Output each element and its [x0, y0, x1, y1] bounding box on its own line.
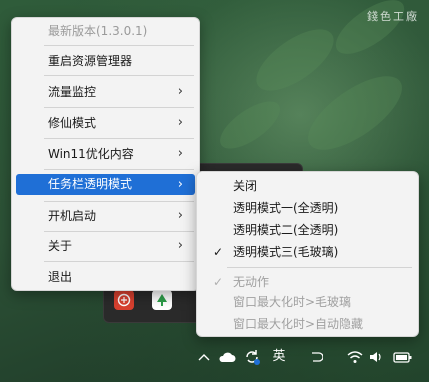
menu-item-label: 任务栏透明模式 — [48, 177, 133, 191]
chevron-right-icon: › — [177, 238, 183, 253]
menu-item-about[interactable]: 关于 › — [16, 234, 195, 258]
menu-item-label: Win11优化内容 — [48, 147, 134, 161]
menu-item-exit[interactable]: 退出 — [16, 265, 195, 289]
submenu-item-mode-2[interactable]: 透明模式二(全透明) — [201, 219, 414, 241]
tree-app-tray-icon[interactable] — [152, 290, 172, 310]
submenu-item-mode-1[interactable]: 透明模式一(全透明) — [201, 197, 414, 219]
chevron-right-icon: › — [177, 146, 183, 161]
menu-item-autostart[interactable]: 开机启动 › — [16, 204, 195, 228]
menu-separator — [44, 138, 194, 139]
brand-watermark: 錢色工廠 — [367, 10, 419, 23]
submenu-item-maximize-blur: 窗口最大化时>毛玻璃 — [201, 291, 414, 313]
submenu-item-label: 透明模式一(全透明) — [233, 201, 339, 215]
battery-icon[interactable] — [392, 346, 414, 368]
submenu-item-label: 关闭 — [233, 179, 258, 193]
menu-item-label: 最新版本(1.3.0.1) — [48, 24, 148, 38]
menu-item-label: 退出 — [48, 270, 73, 284]
submenu-item-no-action: ✓ 无动作 — [201, 271, 414, 293]
submenu-separator — [227, 267, 412, 268]
submenu-item-label: 窗口最大化时>毛玻璃 — [233, 295, 352, 309]
menu-item-label: 修仙模式 — [48, 116, 97, 130]
menu-separator — [44, 261, 194, 262]
show-hidden-icons-chevron-icon[interactable] — [196, 346, 212, 368]
ime-language-indicator[interactable]: 英 — [268, 346, 290, 368]
menu-item-label: 开机启动 — [48, 209, 97, 223]
ime-mode-icon[interactable] — [306, 346, 326, 368]
chevron-right-icon: › — [177, 208, 183, 223]
checkmark-icon: ✓ — [213, 275, 224, 289]
chevron-right-icon: › — [177, 177, 183, 192]
chevron-right-icon: › — [177, 115, 183, 130]
submenu-item-maximize-autohide: 窗口最大化时>自动隐藏 — [201, 313, 414, 335]
menu-item-label: 重启资源管理器 — [48, 54, 133, 68]
menu-separator — [44, 231, 194, 232]
sync-refresh-icon[interactable] — [241, 346, 263, 368]
menu-separator — [44, 201, 194, 202]
menu-item-label: 流量监控 — [48, 85, 97, 99]
submenu-item-off[interactable]: 关闭 — [201, 175, 414, 197]
submenu-item-label: 透明模式二(全透明) — [233, 223, 339, 237]
onedrive-cloud-icon[interactable] — [216, 346, 238, 368]
submenu-item-mode-3[interactable]: ✓ 透明模式三(毛玻璃) — [201, 241, 414, 263]
submenu-item-label: 无动作 — [233, 275, 270, 289]
menu-separator — [44, 45, 194, 46]
checkmark-icon: ✓ — [213, 245, 224, 259]
menu-separator — [44, 75, 194, 76]
menu-item-version: 最新版本(1.3.0.1) — [16, 19, 195, 43]
menu-item-taskbar-transparency[interactable]: 任务栏透明模式 › — [16, 174, 195, 195]
submenu-item-label: 窗口最大化时>自动隐藏 — [233, 317, 364, 331]
menu-item-restart-explorer[interactable]: 重启资源管理器 — [16, 49, 195, 73]
chevron-right-icon: › — [177, 84, 183, 99]
menu-separator — [44, 107, 194, 108]
taskbar-transparency-submenu: 关闭 透明模式一(全透明) 透明模式二(全透明) ✓ 透明模式三(毛玻璃) ✓ … — [196, 171, 419, 337]
menu-item-win11-optimize[interactable]: Win11优化内容 › — [16, 142, 195, 166]
submenu-item-label: 透明模式三(毛玻璃) — [233, 245, 339, 259]
tray-context-menu: 最新版本(1.3.0.1) 重启资源管理器 流量监控 › 修仙模式 › Win1… — [11, 17, 200, 291]
menu-item-traffic-monitor[interactable]: 流量监控 › — [16, 80, 195, 104]
wifi-icon[interactable] — [345, 346, 365, 368]
menu-item-cultivation-mode[interactable]: 修仙模式 › — [16, 111, 195, 135]
red-app-tray-icon[interactable] — [114, 290, 134, 310]
menu-item-label: 关于 — [48, 239, 73, 253]
menu-separator — [44, 169, 194, 170]
volume-icon[interactable] — [367, 346, 385, 368]
